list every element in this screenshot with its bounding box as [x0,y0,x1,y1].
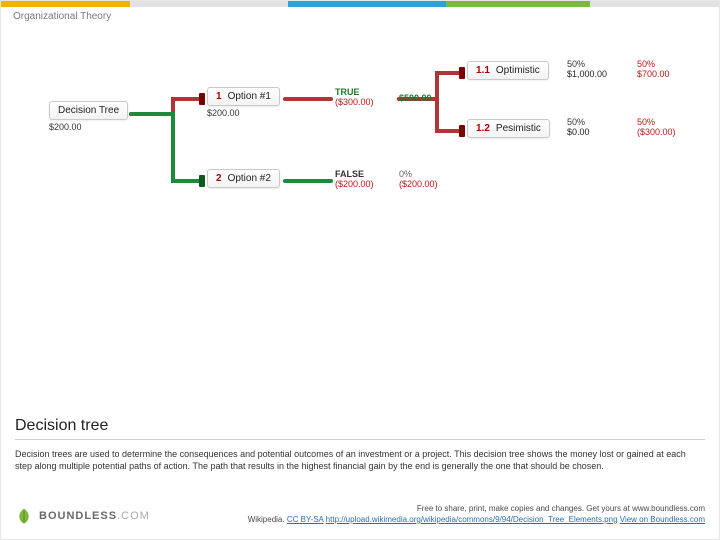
option-2-result-pct: 0% [399,169,438,179]
node-leaf-pessimistic: 1.2Pesimistic [467,119,550,138]
node-option-1-num: 1 [216,91,222,102]
node-root-label: Decision Tree [49,101,128,120]
brand-stripe [1,1,719,7]
leaf-optimistic-label: 1.1Optimistic [467,61,549,80]
node-option-2-flag: FALSE ($200.00) [335,169,374,189]
node-root-sub: $200.00 [49,122,128,132]
node-option-2-label: 2Option #2 [207,169,280,188]
leaf-icon [15,507,33,525]
leaf-optimistic-col2: 50% $700.00 [637,59,670,79]
flag-true: TRUE [335,87,374,97]
leaf-pessimistic-col2: 50% ($300.00) [637,117,676,137]
source-url-link[interactable]: http://upload.wikimedia.org/wikipedia/co… [326,515,618,524]
node-root: Decision Tree $200.00 [49,101,128,132]
option-2-result-val: ($200.00) [399,179,438,189]
option-1-result: $500.00 [399,93,432,103]
node-leaf-optimistic: 1.1Optimistic [467,61,549,80]
footer: Decision tree Decision trees are used to… [1,405,719,539]
tree-connectors [1,41,720,241]
footer-title: Decision tree [15,417,705,440]
node-option-2: 2Option #2 [207,169,280,188]
node-option-1-flag: TRUE ($300.00) [335,87,374,107]
brand-wordmark: BOUNDLESS.COM [39,510,150,522]
license-link[interactable]: CC BY-SA [287,515,324,524]
leaf-optimistic-col1: 50% $1,000.00 [567,59,607,79]
node-option-1-result: $500.00 [399,93,432,103]
leaf-pessimistic-label: 1.2Pesimistic [467,119,550,138]
slide: Organizational Theory Decision Tree $200… [0,0,720,540]
brand-logo: BOUNDLESS.COM [15,507,150,525]
breadcrumb: Organizational Theory [13,11,111,22]
node-option-1-sub: $200.00 [207,108,280,118]
node-option-1: 1Option #1 $200.00 [207,87,280,118]
footer-desc: Decision trees are used to determine the… [15,448,705,472]
flag-false: FALSE [335,169,374,179]
flag-true-value: ($300.00) [335,97,374,107]
leaf-pessimistic-col1: 50% $0.00 [567,117,590,137]
view-on-boundless-link[interactable]: View on Boundless.com [620,515,705,524]
node-option-1-label: 1Option #1 [207,87,280,106]
node-option-2-num: 2 [216,173,222,184]
node-option-2-result: 0% ($200.00) [399,169,438,189]
decision-tree-diagram: Decision Tree $200.00 1Option #1 $200.00… [1,41,720,241]
flag-false-value: ($200.00) [335,179,374,189]
